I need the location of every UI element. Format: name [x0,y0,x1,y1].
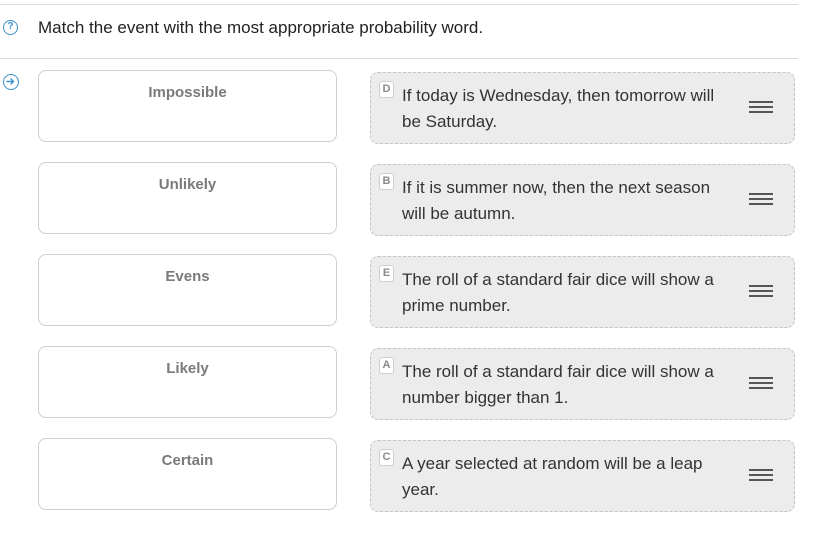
card-text: The roll of a standard fair dice will sh… [402,270,714,315]
card-text: A year selected at random will be a leap… [402,454,703,499]
question-text: Match the event with the most appropriat… [38,18,484,37]
drop-target-certain[interactable]: Certain [38,438,337,510]
draggable-card-b[interactable]: B If it is summer now, then the next sea… [370,164,795,236]
card-text: If it is summer now, then the next seaso… [402,178,711,223]
drag-handle-icon[interactable] [749,469,773,483]
top-divider [0,4,798,5]
drop-target-impossible[interactable]: Impossible [38,70,337,142]
card-badge: D [379,81,394,98]
drag-handle-icon[interactable] [749,101,773,115]
drop-targets: Impossible Unlikely Evens Likely Certain [38,70,337,530]
card-badge: C [379,449,394,466]
card-text: If today is Wednesday, then tomorrow wil… [402,86,715,131]
draggable-card-a[interactable]: A The roll of a standard fair dice will … [370,348,795,420]
draggable-cards: D If today is Wednesday, then tomorrow w… [370,72,795,532]
drop-target-evens[interactable]: Evens [38,254,337,326]
draggable-card-c[interactable]: C A year selected at random will be a le… [370,440,795,512]
target-label: Impossible [148,84,227,101]
question-divider [0,58,798,59]
target-label: Evens [165,268,210,285]
target-label: Certain [161,452,214,469]
card-text: The roll of a standard fair dice will sh… [402,362,714,407]
target-label: Likely [166,360,209,377]
drop-target-unlikely[interactable]: Unlikely [38,162,337,234]
draggable-card-d[interactable]: D If today is Wednesday, then tomorrow w… [370,72,795,144]
target-label: Unlikely [158,176,217,193]
card-badge: A [379,357,394,374]
card-badge: B [379,173,394,190]
drag-handle-icon[interactable] [749,285,773,299]
arrow-right-circle-icon [3,74,19,90]
draggable-card-e[interactable]: E The roll of a standard fair dice will … [370,256,795,328]
drag-handle-icon[interactable] [749,193,773,207]
card-badge: E [379,265,394,282]
question-circle-icon[interactable]: ? [3,20,18,35]
drag-handle-icon[interactable] [749,377,773,391]
drop-target-likely[interactable]: Likely [38,346,337,418]
